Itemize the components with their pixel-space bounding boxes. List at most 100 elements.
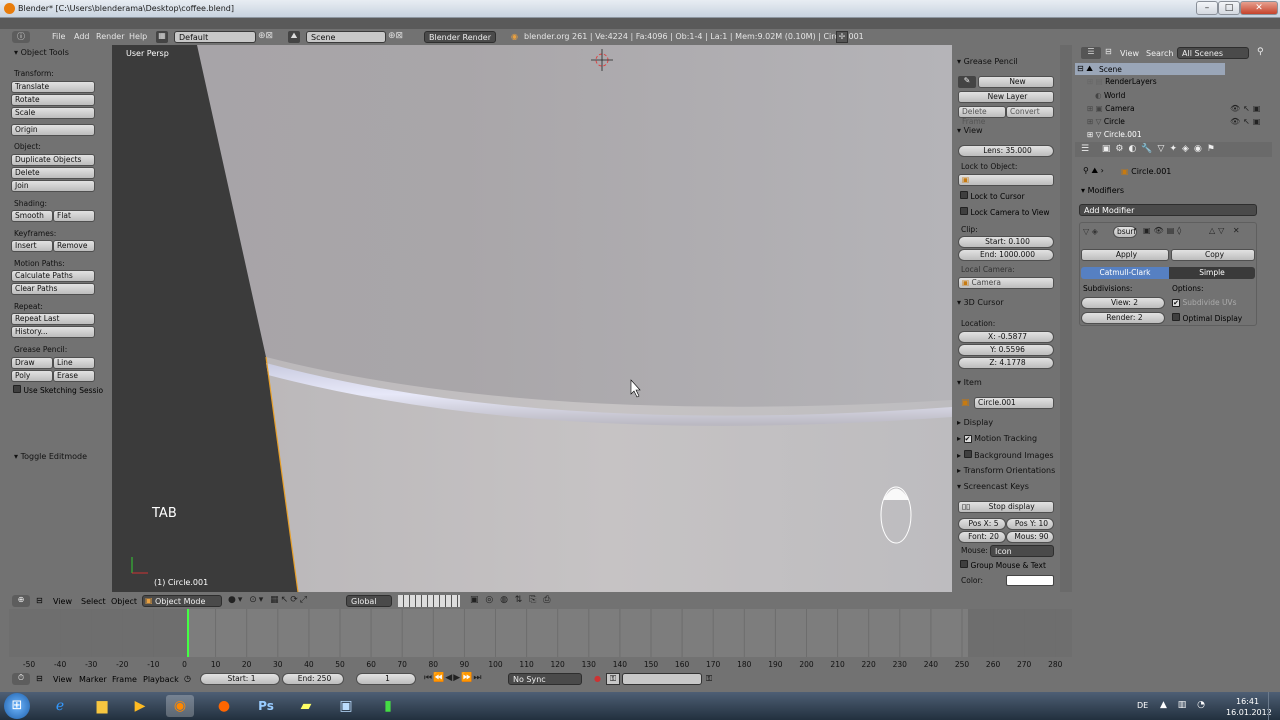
- maximize-button[interactable]: □: [1218, 1, 1240, 15]
- translate-button[interactable]: Translate: [11, 81, 95, 93]
- timeline-collapse-icon[interactable]: ⊟: [36, 674, 43, 683]
- cursor-y-field[interactable]: Y: 0.5596: [958, 344, 1054, 356]
- gp-draw-button[interactable]: Draw: [11, 357, 53, 369]
- mouse-mode-select[interactable]: Icon: [990, 545, 1054, 557]
- outliner-search-icon[interactable]: ⚲: [1257, 47, 1264, 57]
- add-modifier-select[interactable]: Add Modifier: [1079, 204, 1257, 216]
- clock-time[interactable]: 16:41: [1236, 697, 1259, 706]
- firefox-icon[interactable]: ●: [210, 695, 238, 717]
- header-collapse-icon[interactable]: ⊟: [36, 596, 43, 605]
- local-camera-field[interactable]: ▣ Camera: [958, 277, 1054, 289]
- internet-explorer-icon[interactable]: ℯ: [46, 695, 74, 717]
- 3d-object-menu[interactable]: Object: [111, 597, 137, 606]
- render-engine-select[interactable]: Blender Render: [424, 31, 496, 43]
- color-swatch[interactable]: [1006, 575, 1054, 586]
- gp-poly-button[interactable]: Poly: [11, 370, 53, 382]
- scene-field[interactable]: Scene: [306, 31, 386, 43]
- render-levels-field[interactable]: Render: 2: [1081, 312, 1165, 324]
- modifier-display-icons[interactable]: ▣👁▤◊: [1143, 226, 1184, 235]
- record-icon[interactable]: ●: [594, 674, 601, 683]
- menu-file[interactable]: File: [52, 32, 65, 41]
- clip-end-field[interactable]: End: 1000.000: [958, 249, 1054, 261]
- pin-icon[interactable]: ⚲ ⛰ ›: [1083, 166, 1104, 176]
- insert-keyframe-icon[interactable]: ⚿: [706, 674, 712, 684]
- lens-field[interactable]: Lens: 35.000: [958, 145, 1054, 157]
- explorer-folder-icon[interactable]: ▆: [88, 695, 116, 717]
- menu-help[interactable]: Help: [129, 32, 147, 41]
- 3d-cursor-header[interactable]: ▾ 3D Cursor: [957, 298, 1004, 307]
- current-frame-field[interactable]: 1: [356, 673, 416, 685]
- optimal-display-checkbox[interactable]: Optimal Display: [1172, 313, 1242, 323]
- subdivide-uvs-checkbox[interactable]: Subdivide UVs: [1172, 298, 1236, 307]
- origin-button[interactable]: Origin: [11, 124, 95, 136]
- group-mouse-checkbox[interactable]: Group Mouse & Text: [960, 560, 1046, 570]
- outliner-row-scene[interactable]: ⊟ ⛰ Scene: [1075, 63, 1225, 75]
- delete-frame-button[interactable]: Delete Frame: [958, 106, 1006, 126]
- 3d-viewport[interactable]: User Persp TAB (1) Circle.001: [112, 45, 952, 592]
- modifier-name-field[interactable]: bsurf: [1113, 226, 1137, 238]
- pos-x-field[interactable]: Pos X: 5: [958, 518, 1006, 530]
- 3d-select-menu[interactable]: Select: [81, 597, 106, 606]
- insert-keyframe-button[interactable]: Insert: [11, 240, 53, 252]
- history-button[interactable]: History...: [11, 326, 95, 338]
- outliner-filter-select[interactable]: All Scenes: [1177, 47, 1249, 59]
- rotate-button[interactable]: Rotate: [11, 94, 95, 106]
- playback-controls[interactable]: ⏮⏪◀▶⏩⏭: [424, 673, 482, 683]
- outliner-row-circle[interactable]: ⊞ ▽ Circle: [1087, 117, 1125, 126]
- visibility-icons-row2[interactable]: 👁↖▣: [1230, 117, 1263, 126]
- outliner-row-camera[interactable]: ⊞ ▣ Camera: [1087, 104, 1135, 113]
- gp-erase-button[interactable]: Erase: [53, 370, 95, 382]
- window-switch-icon[interactable]: ▣: [332, 695, 360, 717]
- catmull-clark-option[interactable]: Catmull-Clark: [1081, 267, 1169, 279]
- cursor-z-field[interactable]: Z: 4.1778: [958, 357, 1054, 369]
- outliner-search-menu[interactable]: Search: [1146, 49, 1173, 58]
- stop-display-button[interactable]: ▯▯ Stop display: [958, 501, 1054, 513]
- minimize-button[interactable]: –: [1196, 1, 1218, 15]
- menu-render[interactable]: Render: [96, 32, 124, 41]
- outliner-toggle-icon[interactable]: ⊟: [1105, 47, 1112, 56]
- npanel-scrollbar[interactable]: [1060, 45, 1072, 592]
- sketching-checkbox[interactable]: Use Sketching Sessio: [13, 385, 103, 395]
- flat-button[interactable]: Flat: [53, 210, 95, 222]
- recorder-icon[interactable]: ▮: [374, 695, 402, 717]
- timeline-marker-menu[interactable]: Marker: [79, 675, 107, 684]
- background-images-header[interactable]: ▸ Background Images: [957, 450, 1054, 460]
- apply-button[interactable]: Apply: [1081, 249, 1169, 261]
- motion-tracking-header[interactable]: ▸ Motion Tracking: [957, 434, 1037, 443]
- delete-button[interactable]: Delete: [11, 167, 95, 179]
- timeline-frame-menu[interactable]: Frame: [112, 675, 137, 684]
- close-button[interactable]: ✕: [1240, 1, 1278, 15]
- grease-pencil-header[interactable]: ▾ Grease Pencil: [957, 57, 1018, 66]
- screencast-keys-header[interactable]: ▾ Screencast Keys: [957, 482, 1029, 491]
- object-mode-select[interactable]: Object Mode: [142, 595, 222, 607]
- scale-button[interactable]: Scale: [11, 107, 95, 119]
- keying-set-icon[interactable]: ⚿: [606, 673, 620, 685]
- pos-y-field[interactable]: Pos Y: 10: [1006, 518, 1054, 530]
- 3d-editor-type-icon[interactable]: ⊕: [12, 595, 30, 607]
- transform-orientations-header[interactable]: ▸ Transform Orientations: [957, 466, 1055, 475]
- media-player-icon[interactable]: ▶: [126, 695, 154, 717]
- photoshop-icon[interactable]: Ps: [252, 695, 280, 717]
- clip-start-field[interactable]: Start: 0.100: [958, 236, 1054, 248]
- join-button[interactable]: Join: [11, 180, 95, 192]
- lock-to-cursor-checkbox[interactable]: Lock to Cursor: [960, 191, 1025, 201]
- scene-add-icon[interactable]: ⊕⊠: [388, 31, 403, 41]
- duplicate-objects-button[interactable]: Duplicate Objects: [11, 154, 95, 166]
- start-button[interactable]: ⊞: [4, 693, 30, 719]
- outliner-editor-icon[interactable]: ☰: [1081, 47, 1101, 59]
- screen-layout-icon[interactable]: ▦: [156, 31, 168, 43]
- display-header[interactable]: ▸ Display: [957, 418, 993, 427]
- end-frame-field[interactable]: End: 250: [282, 673, 344, 685]
- clock-date[interactable]: 16.01.2012: [1226, 708, 1272, 717]
- repeat-last-button[interactable]: Repeat Last: [11, 313, 95, 325]
- gp-new-button[interactable]: New: [978, 76, 1054, 88]
- copy-button[interactable]: Copy: [1171, 249, 1255, 261]
- view-header[interactable]: ▾ View: [957, 126, 983, 135]
- font-size-field[interactable]: Font: 20: [958, 531, 1006, 543]
- sticky-notes-icon[interactable]: ▰: [292, 695, 320, 717]
- visibility-icons[interactable]: 👁↖▣: [1230, 104, 1263, 113]
- shading-and-pivot-icons[interactable]: ●▾ ⊙▾ ▦↖⟳⤢: [228, 595, 309, 605]
- timeline-playback-menu[interactable]: Playback: [143, 675, 179, 684]
- outliner-row-renderlayers[interactable]: ⊞ ▤ RenderLayers: [1087, 77, 1157, 86]
- preview-range-icon[interactable]: ◷: [184, 674, 191, 683]
